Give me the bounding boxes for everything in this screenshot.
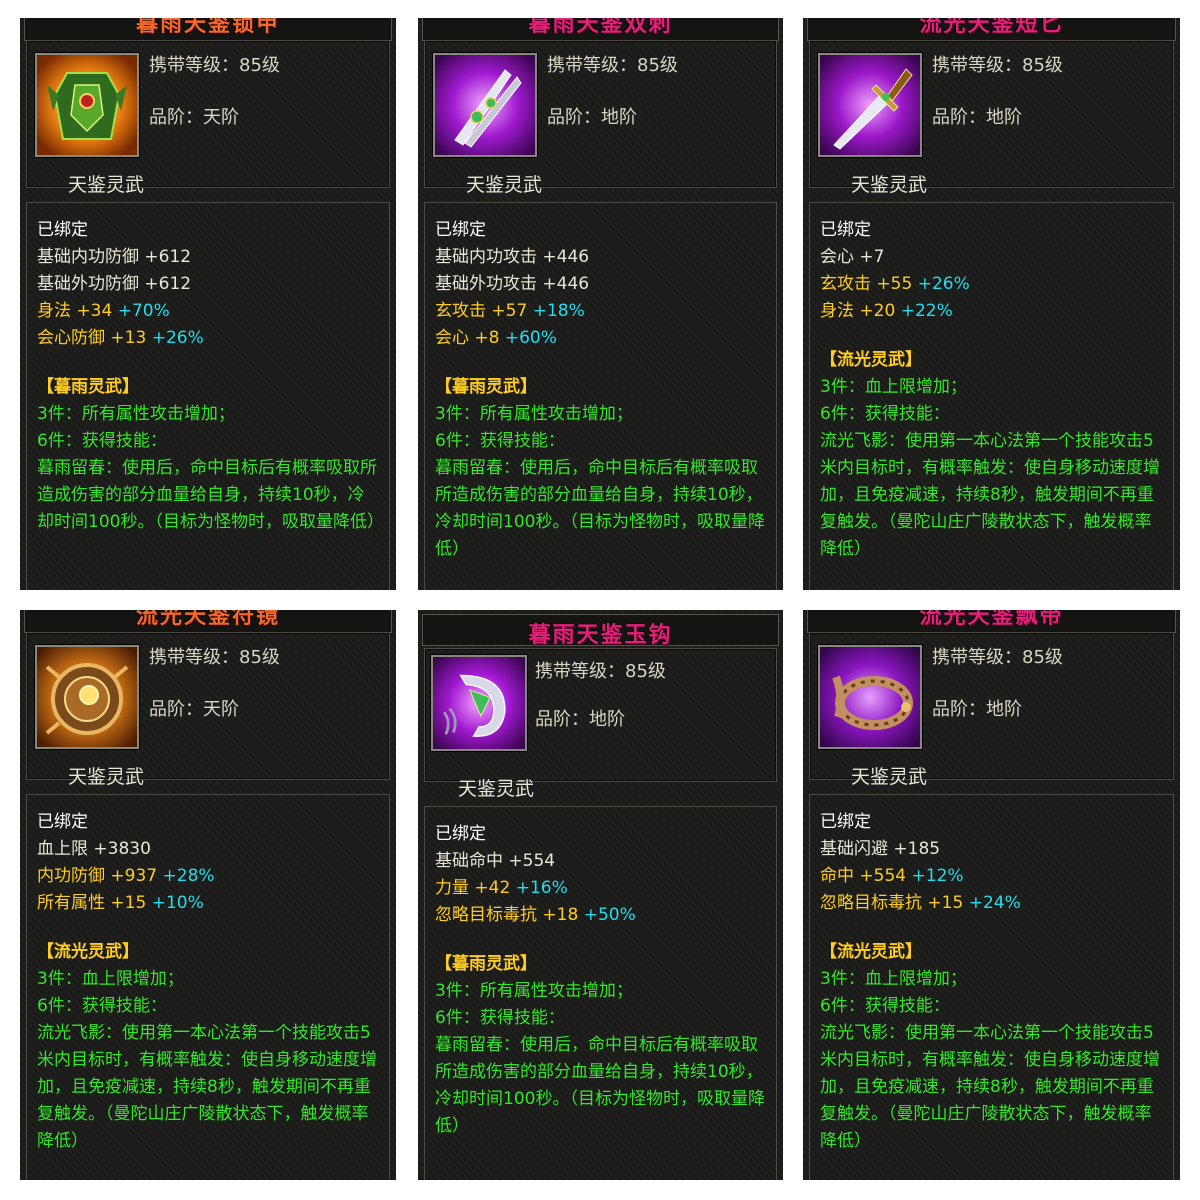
carry-level: 携带等级：85级 [535,661,666,682]
tooltip-header: 携带等级：85级 品阶：地阶 [424,40,777,188]
tooltip-body: 已绑定 会心 +7 玄攻击 +55 +26% 身法 +20 +22% 【流光灵武… [809,202,1174,590]
stat-line: 基础闪避 +185 [820,839,941,859]
set-bonus-6: 6件：获得技能： [820,404,950,424]
tooltip-body: 已绑定 基础闪避 +185 命中 +554 +12% 忽略目标毒抗 +15 +2… [809,794,1174,1180]
set-bonus-3: 3件：血上限增加； [820,377,967,397]
stat-line: 会心防御 +13 +26% [37,328,204,348]
stat-line: 玄攻击 +55 +26% [820,274,970,294]
item-title: 暮雨天鉴玉钩 [528,623,673,648]
bound-status: 已绑定 [37,812,88,832]
ribbon-icon [817,644,923,750]
set-name: 【暮雨灵武】 [37,377,139,397]
carry-level: 携带等级：85级 [149,647,280,668]
item-grade: 品阶：地阶 [535,709,625,730]
item-category: 天鉴灵武 [68,766,145,788]
item-tooltip-armor: 暮雨天鉴锁甲 携带等级：85级 品阶：天阶 天鉴灵武 已绑定 基础内功防御 +6… [20,18,396,590]
skill-description: 流光飞影：使用第一本心法第一个技能攻击5米内目标时，有概率触发：使自身移动速度增… [37,1023,377,1151]
carry-level: 携带等级：85级 [932,647,1063,668]
skill-description: 流光飞影：使用第一本心法第一个技能攻击5米内目标时，有概率触发：使自身移动速度增… [820,431,1160,559]
item-tooltip-hook: 暮雨天鉴玉钩 携带等级：85级 品阶：地阶 天鉴灵武 已绑定 基础命中 +554… [418,610,783,1180]
dagger-icon [817,52,923,158]
item-grade: 品阶：天阶 [149,107,239,128]
tooltip-header: 携带等级：85级 品阶：地阶 [809,632,1174,780]
tooltip-header: 携带等级：85级 品阶：天阶 [26,40,390,188]
carry-level: 携带等级：85级 [547,55,678,76]
skill-description: 暮雨留春：使用后，命中目标后有概率吸取所造成伤害的部分血量给自身，持续10秒，冷… [435,458,765,559]
stat-line: 会心 +7 [820,247,885,267]
item-title: 暮雨天鉴双刺 [528,18,673,37]
item-category: 天鉴灵武 [851,766,928,788]
item-title: 暮雨天鉴锁甲 [135,18,280,37]
mirror-icon [34,644,140,750]
item-title: 流光天鉴符镜 [135,610,280,629]
armor-icon [34,52,140,158]
stat-line: 力量 +42 +16% [435,878,568,898]
stat-line: 命中 +554 +12% [820,866,964,886]
bound-status: 已绑定 [435,220,486,240]
skill-description: 流光飞影：使用第一本心法第一个技能攻击5米内目标时，有概率触发：使自身移动速度增… [820,1023,1160,1151]
stat-line: 基础外功攻击 +446 [435,274,590,294]
stat-line: 会心 +8 +60% [435,328,557,348]
set-bonus-3: 3件：所有属性攻击增加； [37,404,235,424]
carry-level: 携带等级：85级 [149,55,280,76]
tooltip-body: 已绑定 血上限 +3830 内功防御 +937 +28% 所有属性 +15 +1… [26,794,390,1180]
skill-description: 暮雨留春：使用后，命中目标后有概率吸取所造成伤害的部分血量给自身，持续10秒，冷… [435,1035,765,1136]
item-title: 流光天鉴飘带 [919,610,1064,629]
item-title: 流光天鉴短匕 [919,18,1064,37]
bound-status: 已绑定 [820,812,871,832]
bound-status: 已绑定 [435,824,486,844]
item-grade: 品阶：地阶 [547,107,637,128]
tooltip-header: 携带等级：85级 品阶：地阶 [809,40,1174,188]
item-tooltip-mirror: 流光天鉴符镜 携带等级：85级 品阶：天阶 天鉴灵武 已绑定 血上限 +3830… [20,610,396,1180]
stat-line: 忽略目标毒抗 +18 +50% [435,905,636,925]
item-tooltip-ribbon: 流光天鉴飘带 携带等级：85级 品阶：地阶 天鉴灵武 已绑定 基础闪避 +185… [803,610,1180,1180]
set-bonus-3: 3件：所有属性攻击增加； [435,981,633,1001]
jade-hook-icon [430,654,528,752]
stat-line: 血上限 +3830 [37,839,151,859]
item-grade: 品阶：地阶 [932,107,1022,128]
set-bonus-6: 6件：获得技能： [37,996,167,1016]
twin-daggers-icon [432,52,538,158]
tooltip-body: 已绑定 基础内功攻击 +446 基础外功攻击 +446 玄攻击 +57 +18%… [424,202,777,590]
item-category: 天鉴灵武 [68,174,145,196]
stat-line: 基础内功攻击 +446 [435,247,590,267]
set-bonus-6: 6件：获得技能： [820,996,950,1016]
set-bonus-3: 3件：所有属性攻击增加； [435,404,633,424]
item-category: 天鉴灵武 [851,174,928,196]
tooltip-header: 携带等级：85级 品阶：天阶 [26,632,390,780]
set-bonus-3: 3件：血上限增加； [820,969,967,989]
item-category: 天鉴灵武 [466,174,543,196]
set-name: 【暮雨灵武】 [435,377,537,397]
tooltip-header: 携带等级：85级 品阶：地阶 [424,648,777,782]
set-name: 【暮雨灵武】 [435,954,537,974]
stat-line: 基础命中 +554 [435,851,556,871]
item-grade: 品阶：天阶 [149,699,239,720]
item-tooltip-short-dagger: 流光天鉴短匕 携带等级：85级 品阶：地阶 天鉴灵武 已绑定 会心 +7 玄攻击… [803,18,1180,590]
stat-line: 忽略目标毒抗 +15 +24% [820,893,1021,913]
bound-status: 已绑定 [820,220,871,240]
bound-status: 已绑定 [37,220,88,240]
stat-line: 基础外功防御 +612 [37,274,192,294]
stat-line: 所有属性 +15 +10% [37,893,204,913]
item-category: 天鉴灵武 [458,778,535,800]
carry-level: 携带等级：85级 [932,55,1063,76]
set-bonus-3: 3件：血上限增加； [37,969,184,989]
stat-line: 玄攻击 +57 +18% [435,301,585,321]
tooltip-body: 已绑定 基础命中 +554 力量 +42 +16% 忽略目标毒抗 +18 +50… [424,806,777,1180]
skill-description: 暮雨留春：使用后，命中目标后有概率吸取所造成伤害的部分血量给自身，持续10秒，冷… [37,458,384,532]
item-tooltip-daggers: 暮雨天鉴双刺 携带等级：85级 品阶：地阶 天鉴灵武 已绑定 基础内功攻击 +4… [418,18,783,590]
set-bonus-6: 6件：获得技能： [37,431,167,451]
stat-line: 身法 +20 +22% [820,301,953,321]
stat-line: 身法 +34 +70% [37,301,170,321]
stat-line: 基础内功防御 +612 [37,247,192,267]
set-name: 【流光灵武】 [820,350,922,370]
tooltip-body: 已绑定 基础内功防御 +612 基础外功防御 +612 身法 +34 +70% … [26,202,390,590]
set-name: 【流光灵武】 [37,942,139,962]
item-grade: 品阶：地阶 [932,699,1022,720]
stat-line: 内功防御 +937 +28% [37,866,215,886]
set-bonus-6: 6件：获得技能： [435,1008,565,1028]
set-name: 【流光灵武】 [820,942,922,962]
set-bonus-6: 6件：获得技能： [435,431,565,451]
